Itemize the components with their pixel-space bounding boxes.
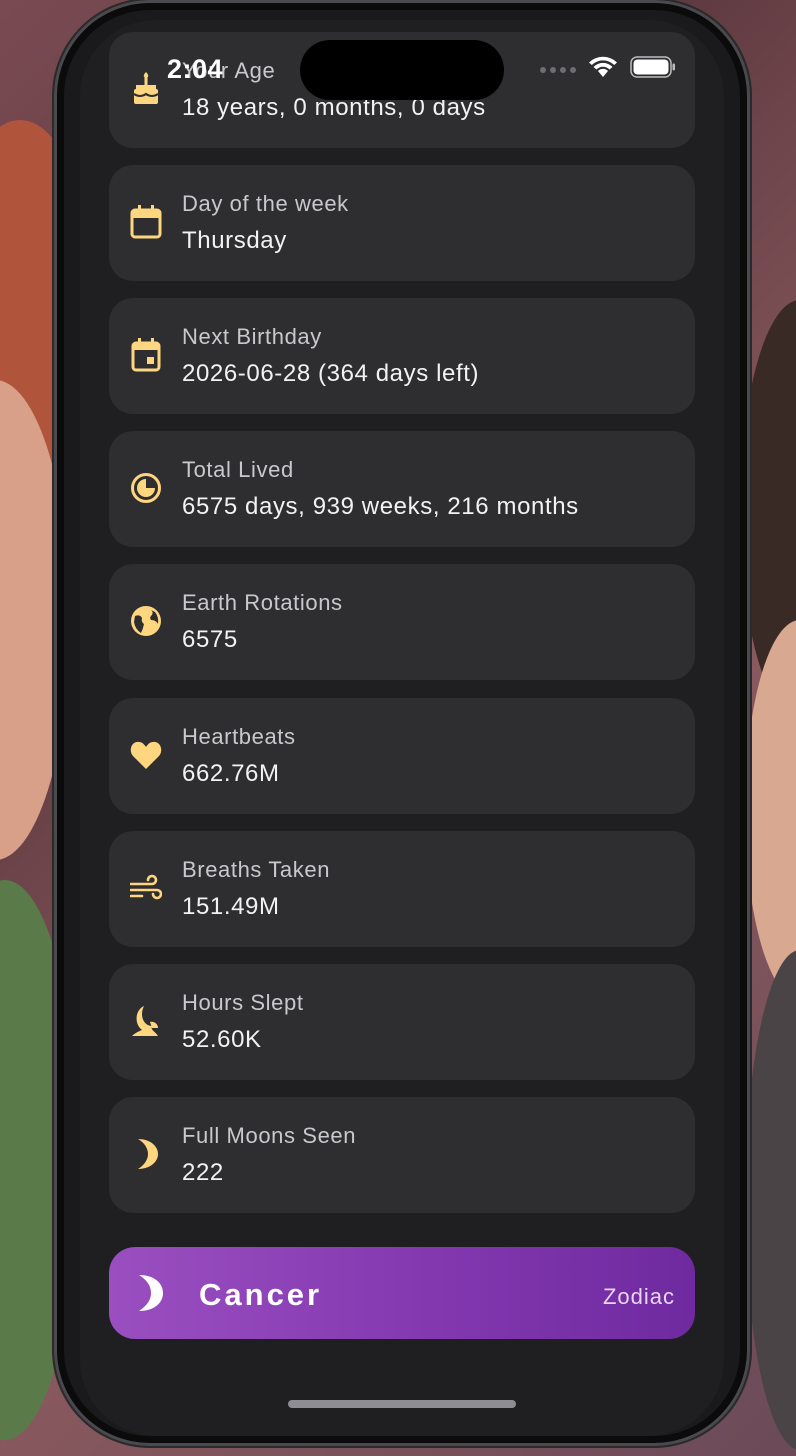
card-label: Day of the week	[182, 191, 349, 216]
card-label: Full Moons Seen	[182, 1123, 357, 1148]
card-value: 2026-06-28 (364 days left)	[182, 360, 480, 387]
card-total-lived: Total Lived 6575 days, 939 weeks, 216 mo…	[109, 431, 695, 547]
zodiac-tag: Zodiac	[602, 1284, 675, 1309]
card-label: Breaths Taken	[182, 857, 331, 882]
card-earth-rotations: Earth Rotations 6575	[109, 564, 695, 680]
card-label: Total Lived	[182, 457, 294, 482]
cellular-signal-icon	[540, 66, 576, 73]
wind-icon	[129, 869, 163, 907]
wifi-icon	[588, 56, 618, 83]
zodiac-sign: Cancer	[199, 1277, 323, 1312]
globe-icon	[129, 602, 163, 640]
event-icon	[129, 336, 163, 374]
card-next-birthday: Next Birthday 2026-06-28 (364 days left)	[109, 298, 695, 414]
cake-icon	[129, 70, 163, 108]
moon-icon	[129, 1135, 163, 1173]
clock-icon	[129, 469, 163, 507]
card-label: Earth Rotations	[182, 590, 343, 615]
card-value: 6575	[182, 626, 238, 653]
card-heartbeats: Heartbeats 662.76M	[109, 698, 695, 814]
battery-icon	[630, 56, 676, 83]
card-day-of-week: Day of the week Thursday	[109, 165, 695, 281]
card-label: Next Birthday	[182, 324, 322, 349]
card-label: Hours Slept	[182, 990, 304, 1015]
card-value: 222	[182, 1159, 224, 1186]
card-breaths-taken: Breaths Taken 151.49M	[109, 831, 695, 947]
card-value: 52.60K	[182, 1026, 262, 1053]
card-full-moons: Full Moons Seen 222	[109, 1097, 695, 1213]
calendar-icon	[129, 203, 163, 241]
card-hours-slept: Hours Slept 52.60K	[109, 964, 695, 1080]
dynamic-island	[300, 40, 504, 100]
heart-icon	[129, 736, 163, 774]
card-value: 662.76M	[182, 760, 280, 787]
home-indicator[interactable]	[288, 1400, 516, 1408]
crescent-moon-icon	[135, 1273, 165, 1318]
card-value: 151.49M	[182, 893, 280, 920]
zodiac-banner[interactable]: Cancer Zodiac	[109, 1247, 695, 1339]
bedtime-icon	[129, 1002, 163, 1040]
card-label: Heartbeats	[182, 724, 296, 749]
status-time: 2:04	[167, 54, 224, 84]
card-value: Thursday	[182, 227, 287, 254]
status-icons	[540, 56, 676, 83]
card-value: 6575 days, 939 weeks, 216 months	[182, 493, 579, 520]
